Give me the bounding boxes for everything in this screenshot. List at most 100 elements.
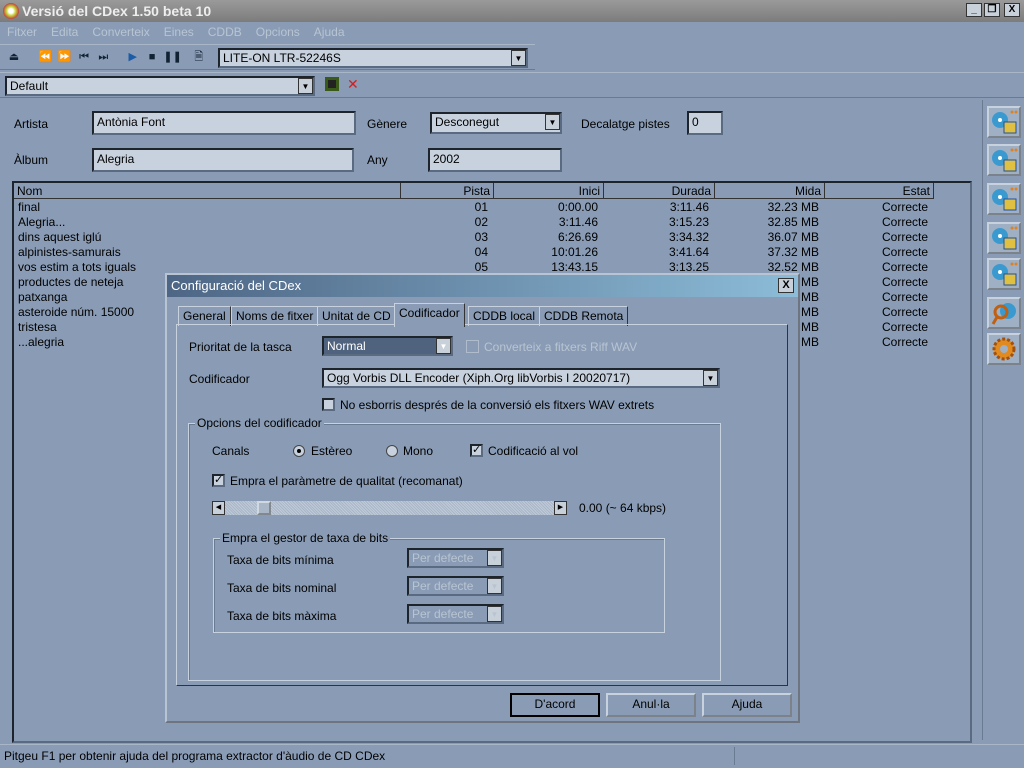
settings-gear-button[interactable] <box>987 333 1021 365</box>
tab-codificador[interactable]: Codificador <box>394 303 465 327</box>
column-inici[interactable]: Inici <box>494 183 604 199</box>
menu-ajuda[interactable]: Ajuda <box>307 22 352 42</box>
cancel-button[interactable]: Anul·la <box>606 693 696 717</box>
extract-partial-button[interactable] <box>987 183 1021 215</box>
priority-value: Normal <box>327 339 366 353</box>
restore-button[interactable]: ❐ <box>984 3 1000 17</box>
help-button[interactable]: Ajuda <box>702 693 792 717</box>
profile-select[interactable]: Default ▼ <box>5 76 315 96</box>
pause-icon[interactable]: ❚❚ <box>163 49 181 65</box>
offset-input[interactable]: 0 <box>687 111 723 135</box>
chevron-down-icon[interactable]: ▼ <box>545 114 560 130</box>
save-icon[interactable] <box>325 77 339 91</box>
album-input[interactable]: Alegria <box>92 148 354 172</box>
rewind-icon[interactable]: ⏪ <box>37 49 53 65</box>
riff-wav-checkbox[interactable] <box>466 340 479 353</box>
chevron-down-icon[interactable]: ▼ <box>487 578 502 594</box>
extract-to-compressed-icon <box>992 148 1018 172</box>
artist-label: Artista <box>14 117 49 131</box>
priority-select[interactable]: Normal ▼ <box>322 336 453 356</box>
nom-bitrate-label: Taxa de bits nominal <box>227 581 337 595</box>
menu-eines[interactable]: Eines <box>157 22 201 42</box>
year-input[interactable]: 2002 <box>428 148 562 172</box>
extract-to-compressed-button[interactable] <box>987 144 1021 176</box>
tab-cddb-local[interactable]: CDDB local <box>468 306 541 326</box>
mono-label: Mono <box>403 444 434 458</box>
menu-converteix[interactable]: Converteix <box>85 22 156 42</box>
mono-radio[interactable] <box>386 445 398 457</box>
menu-fitxer[interactable]: Fitxer <box>0 22 44 42</box>
chevron-down-icon[interactable]: ▼ <box>511 50 526 66</box>
genre-select[interactable]: Desconegut ▼ <box>430 112 562 134</box>
quality-checkbox[interactable]: ✓ <box>212 474 225 487</box>
encoder-select[interactable]: Ogg Vorbis DLL Encoder (Xiph.Org libVorb… <box>322 368 720 388</box>
tab-unitat-de-cd[interactable]: Unitat de CD <box>317 306 396 326</box>
cell-durada: 3:11.46 <box>669 200 709 214</box>
next-track-icon[interactable]: ⏭ <box>95 49 111 65</box>
min-bitrate-label: Taxa de bits mínima <box>227 553 334 567</box>
menu-cddb[interactable]: CDDB <box>201 22 249 42</box>
cddb-search-button[interactable] <box>987 297 1021 329</box>
cell-estat: Correcte <box>881 305 928 319</box>
fast-forward-icon[interactable]: ⏩ <box>57 49 73 65</box>
encoder-label: Codificador <box>189 372 250 386</box>
column-pista[interactable]: Pista <box>401 183 494 199</box>
quality-slider[interactable]: ◀ ▶ <box>212 501 567 515</box>
dialog-close-button[interactable]: X <box>778 278 794 293</box>
min-bitrate-select[interactable]: Per defecte ▼ <box>407 548 504 568</box>
max-bitrate-select[interactable]: Per defecte ▼ <box>407 604 504 624</box>
previous-track-icon[interactable]: ⏮ <box>76 49 92 65</box>
slider-thumb[interactable] <box>256 501 271 515</box>
chevron-down-icon[interactable]: ▼ <box>487 550 502 566</box>
convert-compressed-button[interactable] <box>987 258 1021 290</box>
stereo-radio[interactable] <box>293 445 305 457</box>
chevron-down-icon[interactable]: ▼ <box>703 370 718 386</box>
cell-nom: tristesa <box>18 320 57 334</box>
chevron-down-icon[interactable]: ▼ <box>298 78 313 94</box>
slider-right-arrow-icon[interactable]: ▶ <box>554 501 567 515</box>
close-button[interactable]: X <box>1004 3 1020 17</box>
cell-inici: 0:00.00 <box>557 200 598 214</box>
column-estat[interactable]: Estat <box>825 183 934 199</box>
chevron-down-icon[interactable]: ▼ <box>436 338 451 354</box>
slider-left-arrow-icon[interactable]: ◀ <box>212 501 225 515</box>
stop-icon[interactable]: ■ <box>144 49 160 65</box>
offset-label: Decalatge pistes <box>581 117 670 131</box>
eject-icon[interactable]: ⏏ <box>6 49 22 65</box>
column-mida[interactable]: Mida <box>715 183 825 199</box>
menu-edita[interactable]: Edita <box>44 22 85 42</box>
table-row[interactable]: final 01 0:00.00 3:11.46 32.23 MB Correcte <box>16 200 934 215</box>
play-icon[interactable]: ▶ <box>125 49 141 65</box>
vbr-checkbox[interactable]: ✓ <box>470 444 483 457</box>
minimize-button[interactable]: _ <box>966 3 982 17</box>
artist-input[interactable]: Antònia Font <box>92 111 356 135</box>
column-nom[interactable]: Nom <box>14 183 401 199</box>
nom-bitrate-select[interactable]: Per defecte ▼ <box>407 576 504 596</box>
table-row[interactable]: alpinistes-samurais 04 10:01.26 3:41.64 37.3… <box>16 245 934 260</box>
cell-mida: 32.23 MB <box>767 200 819 214</box>
extract-to-wav-button[interactable] <box>987 106 1021 138</box>
tab-general[interactable]: General <box>178 306 231 326</box>
column-durada[interactable]: Durada <box>604 183 715 199</box>
ok-button[interactable]: D'acord <box>510 693 600 717</box>
tab-cddb-remota[interactable]: CDDB Remota <box>539 306 629 326</box>
album-label: Àlbum <box>14 153 49 167</box>
cell-estat: Correcte <box>881 320 928 334</box>
title-bar: Versió del CDex 1.50 beta 10 _ ❐ X <box>0 0 1024 22</box>
table-row[interactable]: dins aquest iglú 03 6:26.69 3:34.32 36.07 MB… <box>16 230 934 245</box>
encoder-options-label: Opcions del codificador <box>195 416 324 430</box>
delete-icon[interactable]: ✕ <box>347 76 359 93</box>
cell-durada: 3:34.32 <box>668 230 709 244</box>
codificador-panel: Prioritat de la tasca Normal ▼ Converteix… <box>176 324 788 686</box>
chevron-down-icon[interactable]: ▼ <box>487 606 502 622</box>
tab-noms-de-fitxer[interactable]: Noms de fitxer <box>231 306 319 326</box>
table-row[interactable]: Alegria... 02 3:11.46 3:15.23 32.85 MB Correc… <box>16 215 934 230</box>
cd-info-icon[interactable]: 🗎 <box>191 49 207 65</box>
cell-mida: 37.32 MB <box>767 245 819 259</box>
cell-nom: asteroide núm. 15000 <box>18 305 135 319</box>
keep-wav-checkbox[interactable] <box>322 398 335 411</box>
menu-opcions[interactable]: Opcions <box>249 22 307 42</box>
drive-select[interactable]: LITE-ON LTR-52246S ▼ <box>218 48 528 68</box>
convert-wav-button[interactable] <box>987 222 1021 254</box>
convert-wav-icon <box>992 226 1018 250</box>
